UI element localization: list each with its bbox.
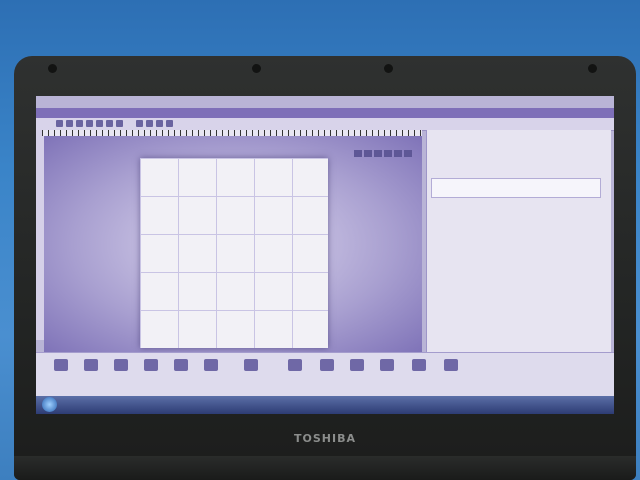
dock-item[interactable]: [408, 359, 430, 383]
bezel-screw: [384, 64, 393, 73]
page-grid[interactable]: [140, 158, 328, 348]
toolbar-button[interactable]: [146, 120, 153, 127]
dock-item[interactable]: [110, 359, 132, 383]
toolbar-button[interactable]: [66, 120, 73, 127]
windows-taskbar: [36, 396, 614, 414]
bezel-screw: [48, 64, 57, 73]
dock-item[interactable]: [50, 359, 72, 383]
laptop-screen: [36, 96, 614, 414]
toolbar-button[interactable]: [136, 120, 143, 127]
app-menubar: [36, 108, 614, 118]
toolbar-button[interactable]: [96, 120, 103, 127]
toolbar-button[interactable]: [56, 120, 63, 127]
toolbar-button[interactable]: [106, 120, 113, 127]
toolbar-button[interactable]: [116, 120, 123, 127]
dock-item[interactable]: [376, 359, 398, 383]
properties-panel: [426, 130, 611, 352]
dock-item[interactable]: [346, 359, 368, 383]
text-input-box[interactable]: [431, 178, 601, 198]
dock-item[interactable]: [240, 359, 262, 383]
view-buttons[interactable]: [354, 142, 426, 157]
bezel-screw: [252, 64, 261, 73]
dock-item[interactable]: [170, 359, 192, 383]
bezel-screw: [588, 64, 597, 73]
dock-item[interactable]: [80, 359, 102, 383]
dock-item[interactable]: [316, 359, 338, 383]
bottom-command-dock: [36, 352, 614, 397]
toolbar-button[interactable]: [76, 120, 83, 127]
brand-logo: TOSHIBA: [294, 432, 356, 445]
dock-item[interactable]: [140, 359, 162, 383]
toolbar-button[interactable]: [156, 120, 163, 127]
design-canvas[interactable]: [44, 136, 422, 352]
start-button[interactable]: [42, 397, 57, 412]
laptop-bezel: TOSHIBA: [14, 56, 636, 480]
dock-item[interactable]: [200, 359, 222, 383]
toolbar-button[interactable]: [166, 120, 173, 127]
dock-item[interactable]: [284, 359, 306, 383]
toolbar-button[interactable]: [86, 120, 93, 127]
laptop-hinge: [14, 456, 636, 480]
dock-item[interactable]: [440, 359, 462, 383]
